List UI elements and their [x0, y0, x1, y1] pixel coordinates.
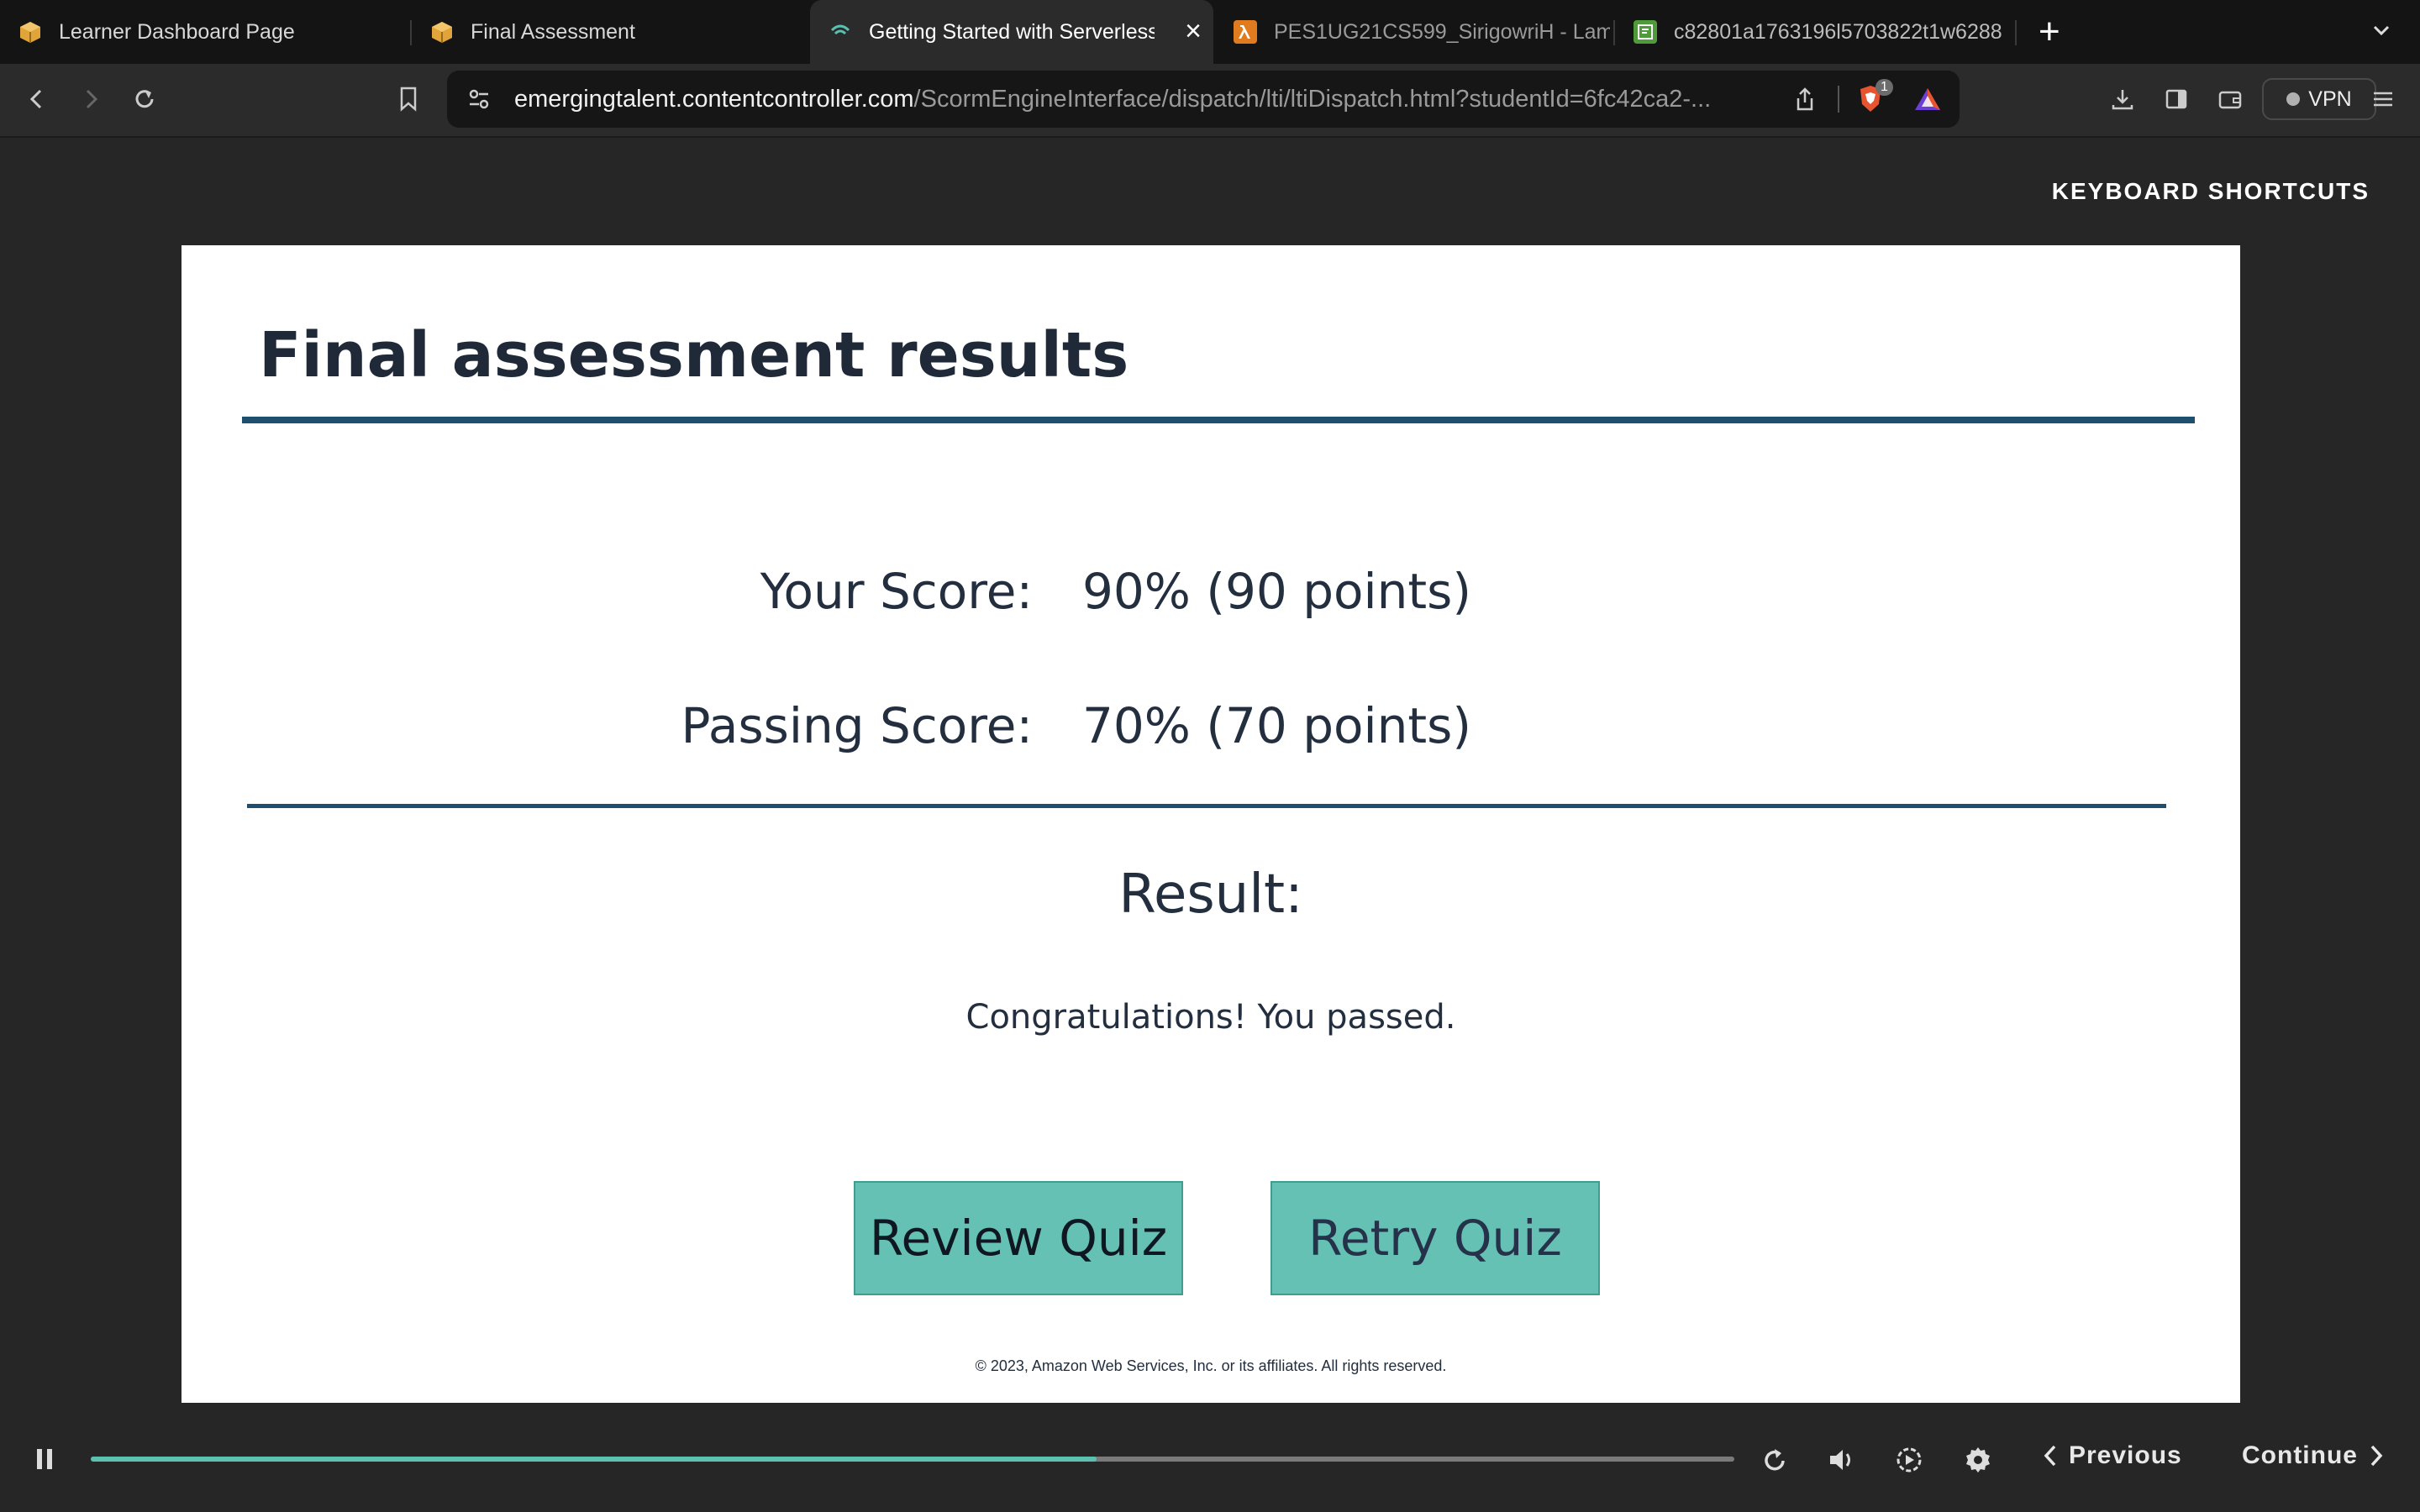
pause-icon[interactable] [34, 1446, 55, 1476]
reload-icon[interactable] [128, 82, 161, 116]
tab-learner-dashboard[interactable]: Learner Dashboard Page [0, 0, 410, 64]
url-divider [1838, 86, 1839, 113]
wallet-icon[interactable] [2213, 82, 2247, 116]
previous-label: Previous [2069, 1441, 2182, 1469]
wifi-loading-icon [829, 20, 852, 44]
address-bar[interactable]: emergingtalent.contentcontroller.com/Sco… [447, 71, 1960, 128]
vpn-label: VPN [2308, 87, 2352, 111]
tab-lab[interactable]: c82801a1763196l5703822t1w6288 [1615, 0, 2017, 64]
back-arrow-icon[interactable] [20, 82, 54, 116]
assessment-results-slide: Final assessment results Your Score: 90%… [182, 245, 2240, 1403]
brave-shields-icon[interactable]: 1 [1854, 79, 1893, 116]
vpn-status-icon [2286, 92, 2301, 106]
tab-final-assessment[interactable]: Final Assessment [412, 0, 810, 64]
close-tab-icon[interactable]: × [1185, 17, 1202, 45]
progress-bar[interactable] [91, 1457, 1734, 1462]
continue-button[interactable]: Continue [2242, 1441, 2385, 1470]
tab-title: Final Assessment [471, 19, 635, 44]
copyright-footer: © 2023, Amazon Web Services, Inc. or its… [975, 1357, 1447, 1374]
page-title: Final assessment results [259, 319, 1129, 391]
settings-gear-icon[interactable] [1961, 1443, 1995, 1477]
retry-quiz-button[interactable]: Retry Quiz [1270, 1181, 1600, 1295]
forward-arrow-icon[interactable] [74, 82, 108, 116]
tab-strip: Learner Dashboard Page Final Assessment … [0, 0, 2420, 64]
keyboard-shortcuts-link[interactable]: KEYBOARD SHORTCUTS [2052, 178, 2370, 205]
previous-button[interactable]: Previous [2042, 1441, 2182, 1470]
chevron-left-icon [2044, 1445, 2056, 1467]
bookmark-icon[interactable] [392, 82, 425, 116]
hamburger-menu-icon[interactable] [2366, 82, 2400, 116]
shields-badge: 1 [1876, 79, 1893, 96]
your-score-value: 90% (90 points) [1082, 563, 1471, 620]
result-heading: Result: [1118, 864, 1303, 926]
brave-rewards-icon[interactable] [1911, 82, 1944, 116]
share-icon[interactable] [1788, 82, 1822, 116]
results-divider [247, 804, 2166, 808]
site-settings-icon[interactable] [462, 82, 496, 116]
tab-list-chevron-down-icon[interactable] [2366, 15, 2396, 50]
url-host: emergingtalent.contentcontroller.com [514, 86, 914, 113]
tab-divider [2015, 20, 2017, 45]
review-quiz-button[interactable]: Review Quiz [854, 1181, 1183, 1295]
playback-speed-icon[interactable] [1892, 1443, 1926, 1477]
tab-getting-started-serverless[interactable]: Getting Started with Serverless × [810, 0, 1213, 64]
title-divider [242, 417, 2195, 423]
continue-label: Continue [2242, 1441, 2358, 1469]
downloads-icon[interactable] [2106, 82, 2139, 116]
url-path: /ScormEngineInterface/dispatch/lti/ltiDi… [913, 86, 1712, 113]
package-icon [18, 20, 42, 44]
new-tab-plus-icon[interactable]: + [2039, 13, 2060, 50]
browser-toolbar: emergingtalent.contentcontroller.com/Sco… [0, 64, 2420, 138]
progress-fill [91, 1457, 1097, 1462]
passing-score-label: Passing Score: [681, 697, 1033, 754]
url-text[interactable]: emergingtalent.contentcontroller.com/Sco… [514, 71, 1775, 128]
volume-icon[interactable] [1825, 1443, 1859, 1477]
lab-icon [1634, 20, 1657, 44]
passing-score-value: 70% (70 points) [1082, 697, 1471, 754]
replay-icon[interactable] [1758, 1443, 1791, 1477]
tab-title: c82801a1763196l5703822t1w6288 [1674, 19, 2002, 44]
tab-lambda[interactable]: PES1UG21CS599_SirigowriH - Lamb [1215, 0, 1613, 64]
course-player-bar: Previous Continue [0, 1403, 2420, 1512]
tab-title: PES1UG21CS599_SirigowriH - Lamb [1274, 19, 1610, 44]
tab-title: Learner Dashboard Page [59, 19, 295, 44]
your-score-label: Your Score: [760, 563, 1033, 620]
sidebar-toggle-icon[interactable] [2160, 82, 2193, 116]
vpn-button[interactable]: VPN [2262, 78, 2376, 120]
package-icon [430, 20, 454, 44]
chevron-right-icon [2370, 1445, 2383, 1467]
tab-title: Getting Started with Serverless [869, 19, 1155, 44]
lambda-icon [1234, 20, 1257, 44]
result-message: Congratulations! You passed. [965, 998, 1456, 1037]
